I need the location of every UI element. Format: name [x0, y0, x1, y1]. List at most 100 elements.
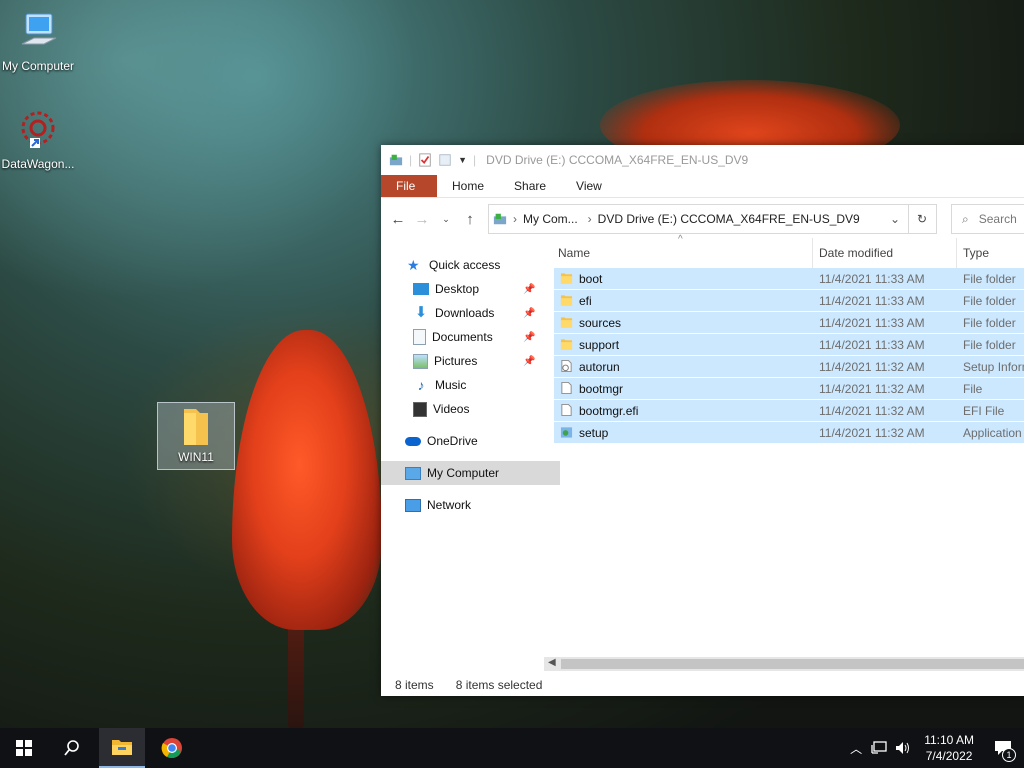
- up-arrow-icon[interactable]: ↑: [461, 211, 479, 228]
- recent-locations-chevron-icon[interactable]: ⌄: [437, 214, 455, 225]
- setup-information-icon: [561, 359, 572, 373]
- file-row-autorun[interactable]: autorun 11/4/2021 11:32 AM Setup Inform: [554, 356, 1024, 378]
- desktop-icon-label: My Computer: [1, 59, 75, 73]
- show-hidden-icons-chevron-icon[interactable]: ︿: [850, 740, 862, 757]
- file-row-efi[interactable]: efi 11/4/2021 11:33 AM File folder: [554, 290, 1024, 312]
- file-name: boot: [579, 271, 603, 286]
- file-name: autorun: [579, 359, 620, 374]
- scroll-left-arrow-icon[interactable]: ◀: [548, 657, 556, 668]
- volume-icon[interactable]: [894, 740, 912, 756]
- horizontal-scrollbar[interactable]: ◀: [544, 657, 1024, 671]
- sort-ascending-icon: ^: [678, 234, 683, 245]
- nav-item-pictures[interactable]: Pictures 📌: [381, 349, 541, 373]
- title-bar[interactable]: | ▼ | DVD Drive (E:) CCCOMA_X64FRE_EN-US…: [381, 145, 1024, 175]
- nav-item-music[interactable]: ♪ Music: [381, 373, 541, 397]
- start-button[interactable]: [0, 728, 48, 768]
- tab-share[interactable]: Share: [499, 175, 561, 197]
- refresh-button[interactable]: ↻: [908, 204, 937, 234]
- pin-icon[interactable]: 📌: [523, 356, 535, 367]
- computer-icon: [405, 466, 421, 480]
- notification-count-badge: 1: [1002, 748, 1016, 762]
- desktop-icon-label: WIN11: [178, 450, 214, 464]
- pin-icon[interactable]: 📌: [523, 308, 535, 319]
- search-icon: [64, 740, 79, 756]
- file-row-support[interactable]: support 11/4/2021 11:33 AM File folder: [554, 334, 1024, 356]
- nav-item-label: Videos: [433, 402, 470, 416]
- column-separator[interactable]: [812, 238, 813, 268]
- file-type: File folder: [963, 271, 1016, 286]
- file-name: sources: [579, 315, 622, 330]
- desktop-icon-my-computer[interactable]: My Computer: [0, 10, 76, 73]
- breadcrumb-item[interactable]: DVD Drive (E:) CCCOMA_X64FRE_EN-US_DV9: [598, 212, 860, 226]
- taskbar-search-button[interactable]: [48, 728, 96, 768]
- tab-home[interactable]: Home: [437, 175, 499, 197]
- column-header-type[interactable]: Type: [963, 246, 989, 260]
- tab-view[interactable]: View: [561, 175, 617, 197]
- nav-item-network[interactable]: Network: [381, 493, 541, 517]
- window-title: DVD Drive (E:) CCCOMA_X64FRE_EN-US_DV9: [486, 153, 749, 167]
- system-tray: ︿ 11:10 AM 7/4/2022 1: [850, 728, 1024, 768]
- nav-item-my-computer[interactable]: My Computer: [381, 461, 560, 485]
- music-note-icon: ♪: [417, 377, 425, 393]
- file-type: Setup Inform: [963, 359, 1024, 374]
- file-name: efi: [579, 293, 592, 308]
- column-separator[interactable]: [956, 238, 957, 268]
- tab-file[interactable]: File: [381, 175, 437, 197]
- nav-item-quick-access[interactable]: ★ Quick access: [381, 253, 541, 277]
- clock[interactable]: 11:10 AM 7/4/2022: [924, 732, 974, 764]
- windows-logo-icon: [16, 740, 32, 756]
- nav-item-label: Network: [427, 498, 472, 512]
- column-header-date[interactable]: Date modified: [819, 246, 893, 260]
- file-row-boot[interactable]: boot 11/4/2021 11:33 AM File folder: [554, 268, 1024, 290]
- folder-icon: [560, 317, 573, 328]
- file-explorer-window: | ▼ | DVD Drive (E:) CCCOMA_X64FRE_EN-US…: [381, 145, 1024, 696]
- address-bar[interactable]: › My Com... › DVD Drive (E:) CCCOMA_X64F…: [488, 204, 909, 234]
- desktop-icon-datawagon[interactable]: DataWagon...: [0, 108, 76, 171]
- file-name: bootmgr: [579, 381, 624, 396]
- file-row-bootmgr[interactable]: bootmgr 11/4/2021 11:32 AM File: [554, 378, 1024, 400]
- column-headers: ^ Name Date modified Type: [554, 234, 1024, 268]
- file-icon: [561, 403, 572, 417]
- desktop-icon: [413, 283, 429, 295]
- desktop-icon-label: DataWagon...: [1, 157, 75, 171]
- file-date: 11/4/2021 11:33 AM: [819, 293, 925, 308]
- desktop-icon-win11[interactable]: WIN11: [157, 402, 235, 470]
- address-dropdown-icon[interactable]: ⌄: [890, 212, 900, 226]
- file-row-bootmgr-efi[interactable]: bootmgr.efi 11/4/2021 11:32 AM EFI File: [554, 400, 1024, 422]
- column-header-name[interactable]: Name: [558, 246, 590, 260]
- file-type: File folder: [963, 315, 1016, 330]
- nav-item-documents[interactable]: Documents 📌: [381, 325, 541, 349]
- taskbar-chrome[interactable]: [149, 728, 195, 768]
- nav-item-label: My Computer: [427, 466, 500, 480]
- film-icon: [413, 401, 427, 417]
- nav-item-onedrive[interactable]: OneDrive: [381, 429, 541, 453]
- network-status-icon[interactable]: [870, 740, 888, 756]
- status-bar: 8 items 8 items selected: [395, 678, 542, 692]
- breadcrumb-chevron-icon[interactable]: ›: [588, 212, 592, 226]
- file-name: support: [579, 337, 620, 352]
- properties-icon[interactable]: [418, 153, 432, 167]
- taskbar: ︿ 11:10 AM 7/4/2022 1: [0, 728, 1024, 768]
- document-icon: [413, 329, 426, 345]
- breadcrumb-chevron-icon[interactable]: ›: [513, 212, 517, 226]
- scrollbar-thumb[interactable]: [561, 659, 1024, 669]
- pin-icon[interactable]: 📌: [523, 332, 535, 343]
- drive-icon: [389, 154, 403, 166]
- search-box[interactable]: ⌕ Search: [951, 204, 1024, 234]
- taskbar-file-explorer[interactable]: [99, 728, 145, 768]
- back-arrow-icon[interactable]: ←: [389, 211, 407, 228]
- nav-item-desktop[interactable]: Desktop 📌: [381, 277, 541, 301]
- download-arrow-icon: ⬇: [414, 304, 428, 321]
- nav-item-downloads[interactable]: ⬇ Downloads 📌: [381, 301, 541, 325]
- forward-arrow-icon[interactable]: →: [413, 211, 431, 228]
- pin-icon[interactable]: 📌: [523, 284, 535, 295]
- file-row-sources[interactable]: sources 11/4/2021 11:33 AM File folder: [554, 312, 1024, 334]
- action-center-button[interactable]: 1: [988, 728, 1018, 768]
- nav-item-videos[interactable]: Videos: [381, 397, 541, 421]
- file-row-setup[interactable]: setup 11/4/2021 11:32 AM Application: [554, 422, 1024, 444]
- chrome-icon: [161, 738, 182, 759]
- customize-quick-access-icon[interactable]: ▼: [458, 155, 467, 165]
- breadcrumb-item[interactable]: My Com...: [523, 212, 578, 226]
- new-folder-icon[interactable]: [438, 153, 452, 167]
- refresh-icon: ↻: [916, 212, 928, 226]
